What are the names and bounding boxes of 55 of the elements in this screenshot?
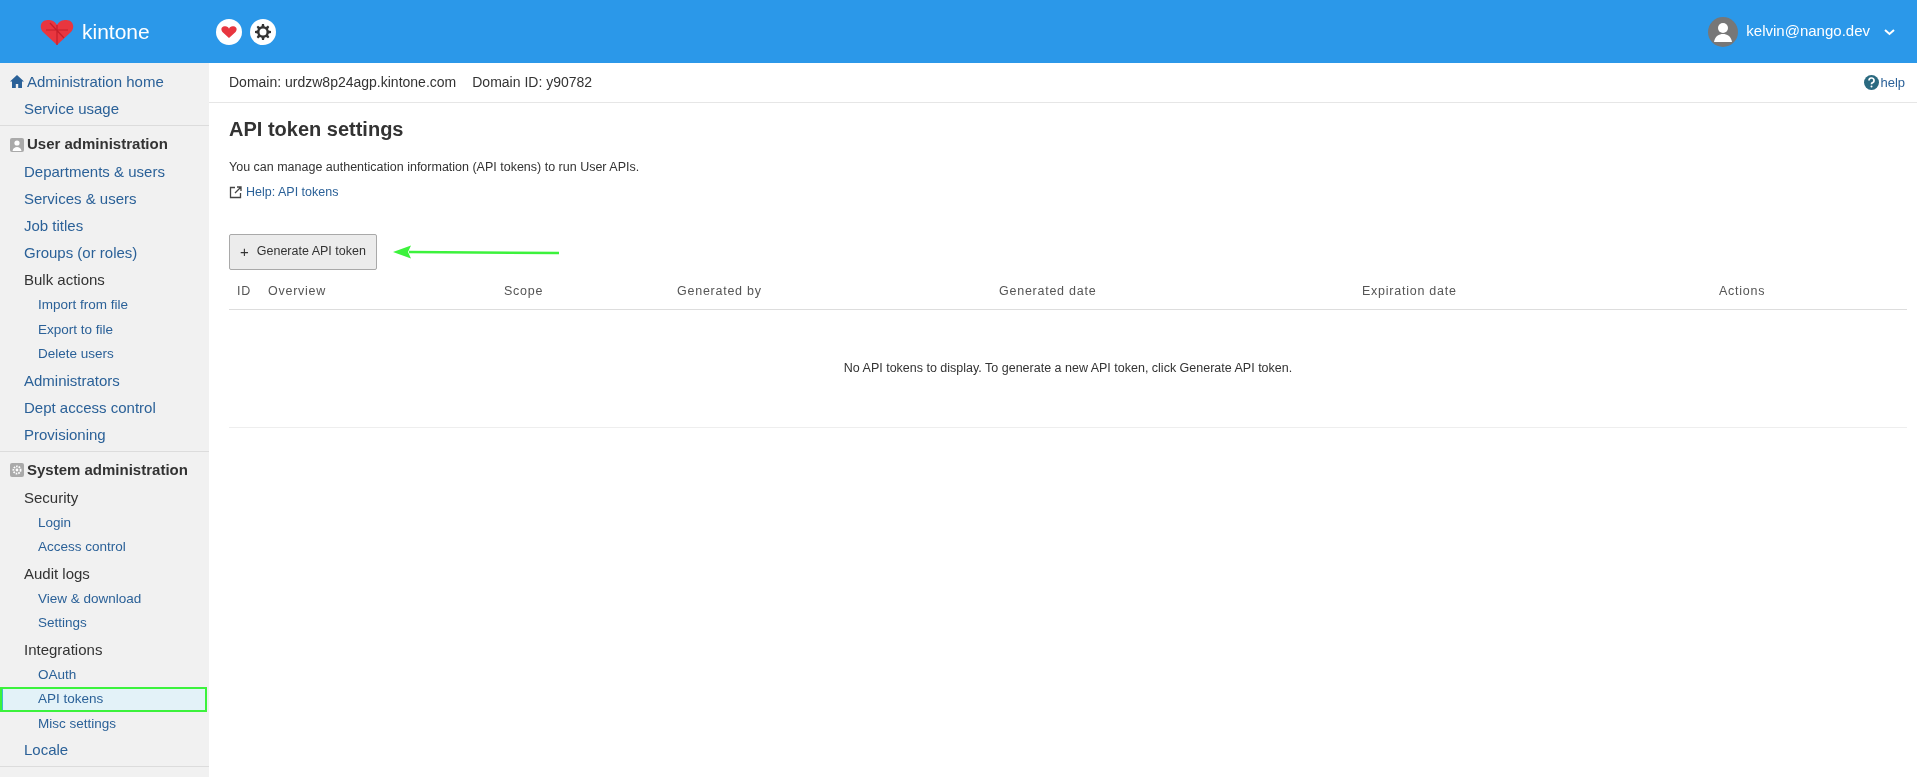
column-header: Actions xyxy=(1711,274,1907,310)
sidebar-item[interactable]: Groups (or roles) xyxy=(0,239,209,266)
section-heading: User administration xyxy=(27,134,168,155)
column-header: Generated by xyxy=(669,274,991,310)
sidebar-item[interactable]: Administration home xyxy=(27,68,164,95)
sidebar-item[interactable]: Locale xyxy=(0,736,209,763)
chevron-down-icon[interactable] xyxy=(1884,27,1895,36)
description-text: You can manage authentication information (API tokens) to run User APIs. xyxy=(229,159,641,176)
home-icon xyxy=(10,75,24,88)
sidebar-item[interactable]: Services & users xyxy=(0,185,209,212)
sidebar-item[interactable]: Service usage xyxy=(0,95,209,122)
sidebar-item[interactable]: API tokens xyxy=(0,687,207,712)
column-header: ID xyxy=(229,274,260,310)
sidebar-item[interactable]: Dept access control xyxy=(0,393,209,421)
sidebar-item[interactable]: OAuth xyxy=(0,662,209,687)
sidebar-item[interactable]: Login xyxy=(0,510,209,535)
sidebar-item[interactable]: Import from file xyxy=(0,293,209,318)
sidebar-item[interactable]: Delete users xyxy=(0,342,209,367)
sidebar-item[interactable]: Access control xyxy=(0,535,209,560)
settings-icon[interactable] xyxy=(254,23,271,40)
domain-id-text: Domain ID: y90782 xyxy=(472,73,593,92)
help-icon[interactable] xyxy=(1864,75,1880,90)
sidebar-category: Integrations xyxy=(23,639,104,660)
empty-message: No API tokens to display. To generate a new API token, click Generate API token. xyxy=(843,360,1293,375)
sidebar-item[interactable]: Misc settings xyxy=(0,711,209,736)
user-menu[interactable]: kelvin@nango.dev xyxy=(1746,20,1870,43)
sidebar-item[interactable]: Departments & users xyxy=(0,158,209,185)
sidebar-item[interactable]: Settings xyxy=(0,611,209,636)
sidebar-item[interactable]: Job titles xyxy=(0,212,209,239)
heart-icon[interactable] xyxy=(220,24,237,39)
column-header: Scope xyxy=(496,274,669,310)
help-link[interactable]: Help: API tokens xyxy=(246,182,339,202)
sidebar-category: Bulk actions xyxy=(23,270,106,290)
section-heading: System administration xyxy=(27,459,188,480)
sidebar-category: Audit logs xyxy=(23,563,91,584)
sidebar-item[interactable]: Administrators xyxy=(0,366,209,394)
sidebar-item[interactable]: View & download xyxy=(0,586,209,611)
column-header: Overview xyxy=(260,274,496,310)
logo-icon xyxy=(40,17,74,46)
favorites-button[interactable] xyxy=(215,18,242,45)
column-header: Expiration date xyxy=(1354,274,1711,310)
settings-button[interactable] xyxy=(249,18,276,45)
sidebar-item[interactable]: Export to file xyxy=(0,317,209,342)
logo-text: kintone xyxy=(82,18,150,45)
avatar-icon xyxy=(1708,16,1739,47)
sidebar-item[interactable]: Provisioning xyxy=(0,420,209,448)
generate-token-button[interactable]: + Generate API token xyxy=(229,233,377,270)
help-link[interactable]: help xyxy=(1864,72,1905,93)
domain-text: Domain: urdzw8p24agp.kintone.com xyxy=(229,73,457,92)
gear-icon xyxy=(10,463,24,477)
column-header: Generated date xyxy=(991,274,1354,310)
sidebar-category: Security xyxy=(23,487,80,508)
page-title: API token settings xyxy=(229,117,405,141)
user-icon xyxy=(10,137,24,152)
external-link-icon xyxy=(229,185,242,199)
